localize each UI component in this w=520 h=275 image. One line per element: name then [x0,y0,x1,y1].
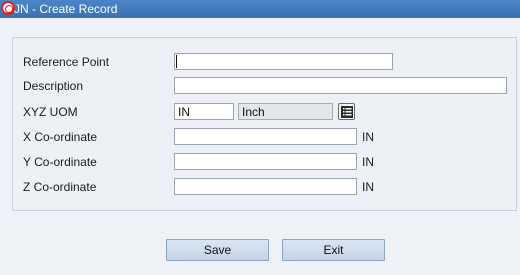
uom-lookup-button[interactable] [338,103,355,120]
z-coordinate-unit: IN [362,180,374,194]
xyz-uom-code-input[interactable] [174,103,234,120]
y-coordinate-unit: IN [362,155,374,169]
xyz-uom-description-field [238,103,333,120]
title-bar: JN - Create Record [0,0,520,18]
xyz-uom-label: XYZ UOM [23,105,78,119]
window-title: JN - Create Record [14,2,118,16]
x-coordinate-label: X Co-ordinate [23,130,98,144]
x-coordinate-input[interactable] [174,128,357,145]
oracle-logo-icon [1,1,15,15]
z-coordinate-label: Z Co-ordinate [23,180,97,194]
text-cursor [176,55,177,68]
description-label: Description [23,79,84,93]
list-lookup-icon [341,106,353,118]
save-button[interactable]: Save [166,239,269,261]
y-coordinate-input[interactable] [174,153,357,170]
x-coordinate-unit: IN [362,130,374,144]
reference-point-input[interactable] [174,53,393,70]
z-coordinate-input[interactable] [174,178,357,195]
y-coordinate-label: Y Co-ordinate [23,155,97,169]
create-record-window: JN - Create Record Reference Point Descr… [0,0,520,275]
reference-point-label: Reference Point [23,55,110,69]
description-input[interactable] [174,77,507,94]
exit-button[interactable]: Exit [282,239,385,261]
